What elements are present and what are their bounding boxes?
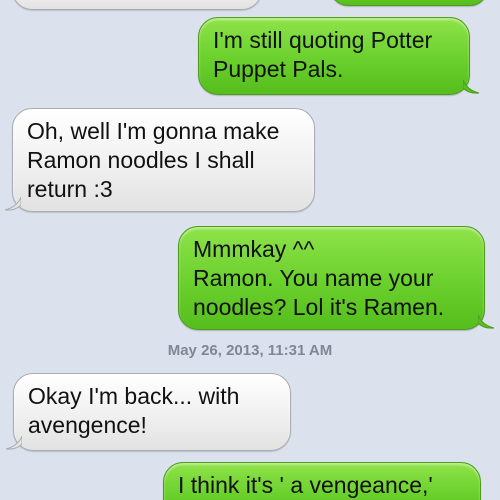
message-line: Puppet Pals. — [213, 56, 344, 82]
message-line: Ramon. You name your — [193, 265, 434, 291]
message-bubble-sent-partial[interactable] — [330, 0, 488, 6]
message-line: avengence! — [28, 412, 147, 438]
message-thread: I'm still quoting Potter Puppet Pals. Oh… — [0, 0, 500, 500]
message-line: return :3 — [27, 176, 113, 202]
message-bubble-received-partial[interactable] — [12, 0, 262, 10]
message-line: Oh, well I'm gonna make — [27, 118, 280, 144]
message-timestamp: May 26, 2013, 11:31 AM — [167, 342, 333, 359]
message-bubble-received[interactable]: Okay I'm back... with avengence! — [13, 373, 291, 451]
message-line: Ramon noodles I shall — [27, 147, 255, 173]
bubble-tail — [463, 80, 479, 94]
message-bubble-received[interactable]: Oh, well I'm gonna make Ramon noodles I … — [12, 108, 315, 212]
message-line: I'm still quoting Potter — [213, 27, 433, 53]
bubble-tail — [5, 197, 21, 211]
message-line: I think it's ' a vengeance,' — [178, 472, 433, 498]
bubble-tail — [6, 436, 22, 450]
message-line: Mmmkay ^^ — [193, 236, 315, 262]
bubble-tail — [478, 315, 494, 329]
message-bubble-sent[interactable]: Mmmkay ^^ Ramon. You name your noodles? … — [178, 226, 485, 330]
message-bubble-sent[interactable]: I'm still quoting Potter Puppet Pals. — [198, 17, 470, 95]
message-bubble-sent[interactable]: I think it's ' a vengeance,' — [163, 462, 481, 500]
message-line: noodles? Lol it's Ramen. — [193, 294, 445, 320]
message-line: Okay I'm back... with — [28, 383, 240, 409]
